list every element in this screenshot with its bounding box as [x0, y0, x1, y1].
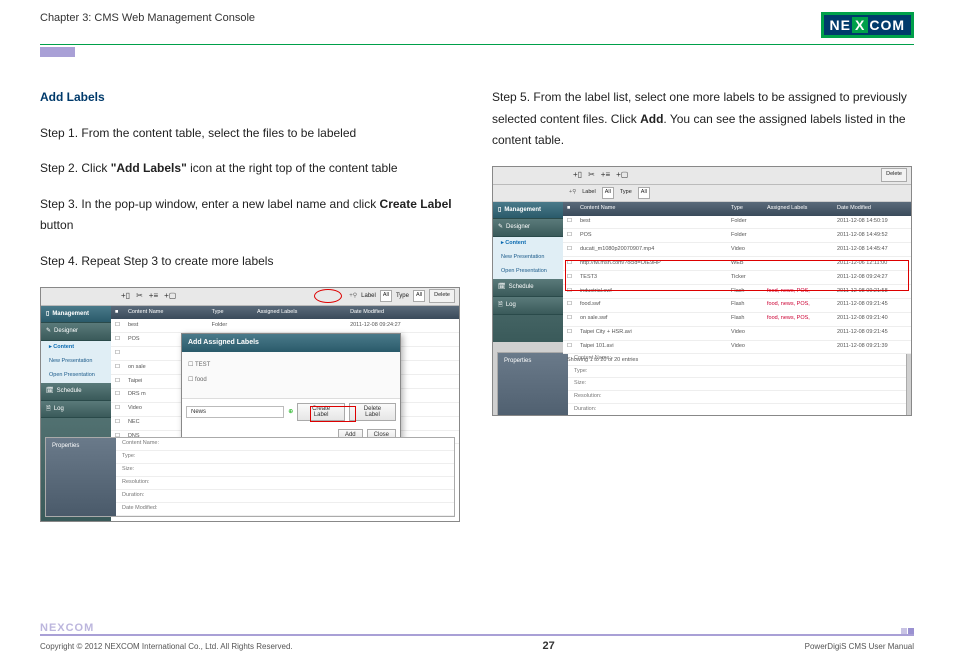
property-field: Content Name:: [116, 438, 454, 451]
page-header: Chapter 3: CMS Web Management Console NE…: [0, 0, 954, 38]
delete-button[interactable]: Delete: [881, 168, 907, 182]
nav-open-presentation[interactable]: Open Presentation: [493, 265, 563, 279]
showing-entries: Showing 1 to 20 of 20 entries: [563, 354, 911, 368]
property-field: Type:: [116, 451, 454, 464]
footer-logo: NEXCOM: [40, 622, 94, 634]
property-field: Duration:: [116, 490, 454, 503]
manual-name: PowerDigiS CMS User Manual: [805, 642, 914, 651]
screenshot-2: +▯ ✂ +≡ +▢ Delete +⚲ Label All Type All …: [492, 166, 912, 416]
copyright-text: Copyright © 2012 NEXCOM International Co…: [40, 642, 293, 651]
page-number: 27: [543, 640, 555, 652]
nav-open-presentation[interactable]: Open Presentation: [41, 369, 111, 383]
property-field: Size:: [116, 464, 454, 477]
toolbar-add-folder-icon[interactable]: +▯: [573, 168, 582, 182]
section-title: Add Labels: [40, 87, 462, 109]
table-row[interactable]: ☐Taipei City + HSR.aviVideo2011-12-08 09…: [563, 326, 911, 340]
delete-label-button[interactable]: Delete Label: [349, 403, 396, 421]
content-columns: Add Labels Step 1. From the content tabl…: [0, 57, 954, 522]
left-column: Add Labels Step 1. From the content tabl…: [40, 87, 462, 522]
new-label-input[interactable]: [186, 406, 284, 418]
toolbar-add-list-icon[interactable]: +≡: [149, 289, 158, 303]
nav-designer[interactable]: ✎Designer: [493, 219, 563, 237]
table-row[interactable]: ☐POSFolder2011-12-08 14:49:52: [563, 229, 911, 243]
toolbar-add-box-icon[interactable]: +▢: [164, 289, 176, 303]
nav-log[interactable]: 🗎Log: [41, 401, 111, 419]
toolbar-add-folder-icon[interactable]: +▯: [121, 289, 130, 303]
sc2-sidebar: ▯Management ✎Designer ▸ Content New Pres…: [493, 202, 563, 342]
toolbar-add-box-icon[interactable]: +▢: [616, 168, 628, 182]
table-row[interactable]: ☐ducati_m1080p20070907.mp4Video2011-12-0…: [563, 243, 911, 257]
toolbar-cut-icon[interactable]: ✂: [588, 168, 595, 182]
page-footer: NEXCOM Copyright © 2012 NEXCOM Internati…: [40, 634, 914, 652]
label-option-test[interactable]: ☐ TEST: [188, 358, 394, 373]
step-3: Step 3. In the pop-up window, enter a ne…: [40, 194, 462, 237]
table-row[interactable]: ☐Taipei 101.aviVideo2011-12-08 09:21:39: [563, 340, 911, 354]
nav-new-presentation[interactable]: New Presentation: [41, 355, 111, 369]
sc1-toolbar: +▯ ✂ +≡ +▢ +⚲ Label All Type All Delete: [41, 288, 459, 306]
sc2-content-table: ■ Content Name Type Assigned Labels Date…: [563, 202, 911, 355]
nav-content[interactable]: ▸ Content: [493, 237, 563, 251]
add-labels-dialog: Add Assigned Labels ☐ TEST ☐ food ⊕ Crea…: [181, 333, 401, 447]
nav-log[interactable]: 🗎Log: [493, 297, 563, 315]
nav-new-presentation[interactable]: New Presentation: [493, 251, 563, 265]
table-row[interactable]: ☐TEST3Ticker2011-12-08 09:24:27: [563, 271, 911, 285]
type-filter[interactable]: All: [413, 290, 425, 302]
table-row[interactable]: ☐http://tw.msn.com/?ocid=OIE9HPWEB2011-1…: [563, 257, 911, 271]
add-labels-icon[interactable]: +⚲: [569, 188, 576, 198]
screenshot-1: +▯ ✂ +≡ +▢ +⚲ Label All Type All Delete …: [40, 287, 460, 522]
nav-content[interactable]: ▸ Content: [41, 341, 111, 355]
property-field: Resolution:: [568, 391, 906, 404]
add-labels-icon[interactable]: +⚲: [349, 291, 357, 302]
label-filter[interactable]: All: [380, 290, 392, 302]
label-option-food[interactable]: ☐ food: [188, 373, 394, 388]
toolbar-cut-icon[interactable]: ✂: [136, 289, 143, 303]
step-5: Step 5. From the label list, select one …: [492, 87, 914, 152]
toolbar-add-list-icon[interactable]: +≡: [601, 168, 610, 182]
table-row[interactable]: ☐food.swfFlashfood, news, POS,2011-12-08…: [563, 298, 911, 312]
nav-management[interactable]: ▯Management: [493, 202, 563, 220]
purple-tab-decoration: [40, 47, 75, 57]
nav-schedule[interactable]: 🗓Schedule: [41, 383, 111, 401]
nexcom-logo: NEXCOM: [821, 12, 914, 38]
footer-decoration: [901, 628, 914, 634]
table-row[interactable]: ☐industrial.swfFlashfood, news, POS,2011…: [563, 285, 911, 299]
step-1: Step 1. From the content table, select t…: [40, 123, 462, 145]
property-field: Size:: [568, 378, 906, 391]
delete-button[interactable]: Delete: [429, 289, 455, 303]
label-filter[interactable]: All: [602, 187, 614, 199]
type-filter[interactable]: All: [638, 187, 650, 199]
right-column: Step 5. From the label list, select one …: [492, 87, 914, 522]
create-label-button[interactable]: Create Label: [297, 403, 345, 421]
sc2-toolbar: +▯ ✂ +≡ +▢ Delete: [493, 167, 911, 185]
property-field: Duration:: [568, 404, 906, 416]
property-field: Resolution:: [116, 477, 454, 490]
table-row[interactable]: ☐on sale.swfFlashfood, news, POS,2011-12…: [563, 312, 911, 326]
nav-management[interactable]: ▯Management: [41, 306, 111, 324]
property-field: Date Modified:: [116, 503, 454, 516]
header-divider: [40, 44, 914, 45]
table-row[interactable]: ☐bestFolder2011-12-08 09:24:27: [111, 319, 459, 332]
step-4: Step 4. Repeat Step 3 to create more lab…: [40, 251, 462, 273]
dialog-title: Add Assigned Labels: [182, 334, 400, 353]
sc1-properties: Properties Content Name:Type:Size:Resolu…: [45, 437, 455, 516]
table-row[interactable]: ☐bestFolder2011-12-08 14:50:19: [563, 216, 911, 229]
sc2-filter-row: +⚲ Label All Type All: [493, 185, 911, 202]
plus-icon: ⊕: [288, 407, 293, 418]
step-2: Step 2. Click "Add Labels" icon at the r…: [40, 158, 462, 180]
chapter-title: Chapter 3: CMS Web Management Console: [40, 12, 255, 24]
add-labels-callout: [314, 289, 342, 303]
nav-designer[interactable]: ✎Designer: [41, 323, 111, 341]
nav-schedule[interactable]: 🗓Schedule: [493, 279, 563, 297]
